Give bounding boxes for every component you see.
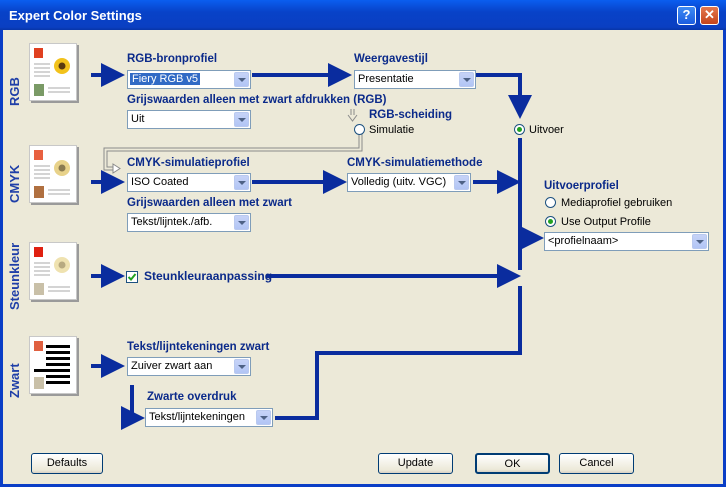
black-text-select[interactable]: Zuiver zwart aan [127,357,251,376]
black-overprint-value: Tekst/lijntekeningen [149,411,246,423]
update-button[interactable]: Update [378,453,453,474]
chevron-down-icon[interactable] [234,359,249,374]
defaults-button[interactable]: Defaults [31,453,103,474]
side-label-black: Zwart [7,363,22,398]
cmyk-sim-method-select[interactable]: Volledig (uitv. VGC) [347,173,471,192]
black-text-label: Tekst/lijntekeningen zwart [127,341,270,353]
help-button[interactable]: ? [677,6,696,25]
rgb-document-icon [29,43,77,101]
media-profile-radio-label[interactable]: Mediaprofiel gebruiken [561,197,672,209]
cmyk-gray-value: Tekst/lijntek./afb. [131,216,213,228]
rgb-source-select[interactable]: Fiery RGB v5 [127,70,251,89]
ok-button[interactable]: OK [475,453,550,474]
dialog-window: Expert Color Settings ? ✕ RGB CMYK Steun… [0,0,726,487]
side-label-cmyk: CMYK [7,164,22,203]
chevron-down-icon[interactable] [454,175,469,190]
cmyk-sim-method-value: Volledig (uitv. VGC) [351,176,447,188]
render-style-select[interactable]: Presentatie [354,70,476,89]
simulation-radio[interactable] [354,124,365,135]
side-label-rgb: RGB [7,77,22,106]
black-overprint-label: Zwarte overdruk [147,391,237,403]
cmyk-sim-method-label: CMYK-simulatiemethode [347,157,483,169]
title-bar[interactable]: Expert Color Settings ? ✕ [0,0,726,30]
side-label-spot: Steunkleur [7,242,22,310]
render-style-label: Weergavestijl [354,53,428,65]
chevron-down-icon[interactable] [234,215,249,230]
chevron-down-icon[interactable] [692,234,707,249]
rgb-gray-label: Grijswaarden alleen met zwart afdrukken … [127,94,387,106]
dialog-body: RGB CMYK Steunkleur Zwart RGB-bronprofie… [3,30,723,484]
cmyk-gray-label: Grijswaarden alleen met zwart [127,197,292,209]
rgb-gray-select[interactable]: Uit [127,110,251,129]
cmyk-sim-profile-value: ISO Coated [131,176,189,188]
use-output-profile-radio-label[interactable]: Use Output Profile [561,216,651,228]
cmyk-sim-profile-label: CMYK-simulatieprofiel [127,157,250,169]
chevron-down-icon[interactable] [234,72,249,87]
black-document-icon [29,336,77,394]
rgb-gray-value: Uit [131,113,145,125]
cancel-button[interactable]: Cancel [559,453,634,474]
output-profile-select[interactable]: <profielnaam> [544,232,709,251]
output-radio-label[interactable]: Uitvoer [529,124,564,136]
spot-color-checkbox[interactable] [126,271,138,283]
cmyk-gray-select[interactable]: Tekst/lijntek./afb. [127,213,251,232]
simulation-radio-label[interactable]: Simulatie [369,124,414,136]
rgb-separation-label: RGB-scheiding [369,109,453,121]
media-profile-radio[interactable] [545,197,556,208]
output-profile-label: Uitvoerprofiel [544,180,619,192]
chevron-down-icon[interactable] [234,175,249,190]
black-overprint-select[interactable]: Tekst/lijntekeningen [145,408,273,427]
chevron-down-icon[interactable] [459,72,474,87]
spot-color-matching-label[interactable]: Steunkleuraanpassing [144,269,272,283]
chevron-down-icon[interactable] [234,112,249,127]
output-profile-value: <profielnaam> [548,235,619,247]
chevron-down-icon[interactable] [256,410,271,425]
cmyk-document-icon [29,145,77,203]
output-radio[interactable] [514,124,525,135]
rgb-source-value: Fiery RGB v5 [130,73,201,85]
window-title: Expert Color Settings [9,8,142,23]
close-button[interactable]: ✕ [700,6,719,25]
rgb-source-label: RGB-bronprofiel [127,53,218,65]
spot-document-icon [29,242,77,300]
cmyk-sim-profile-select[interactable]: ISO Coated [127,173,251,192]
render-style-value: Presentatie [358,73,414,85]
use-output-profile-radio[interactable] [545,216,556,227]
black-text-value: Zuiver zwart aan [131,360,213,372]
